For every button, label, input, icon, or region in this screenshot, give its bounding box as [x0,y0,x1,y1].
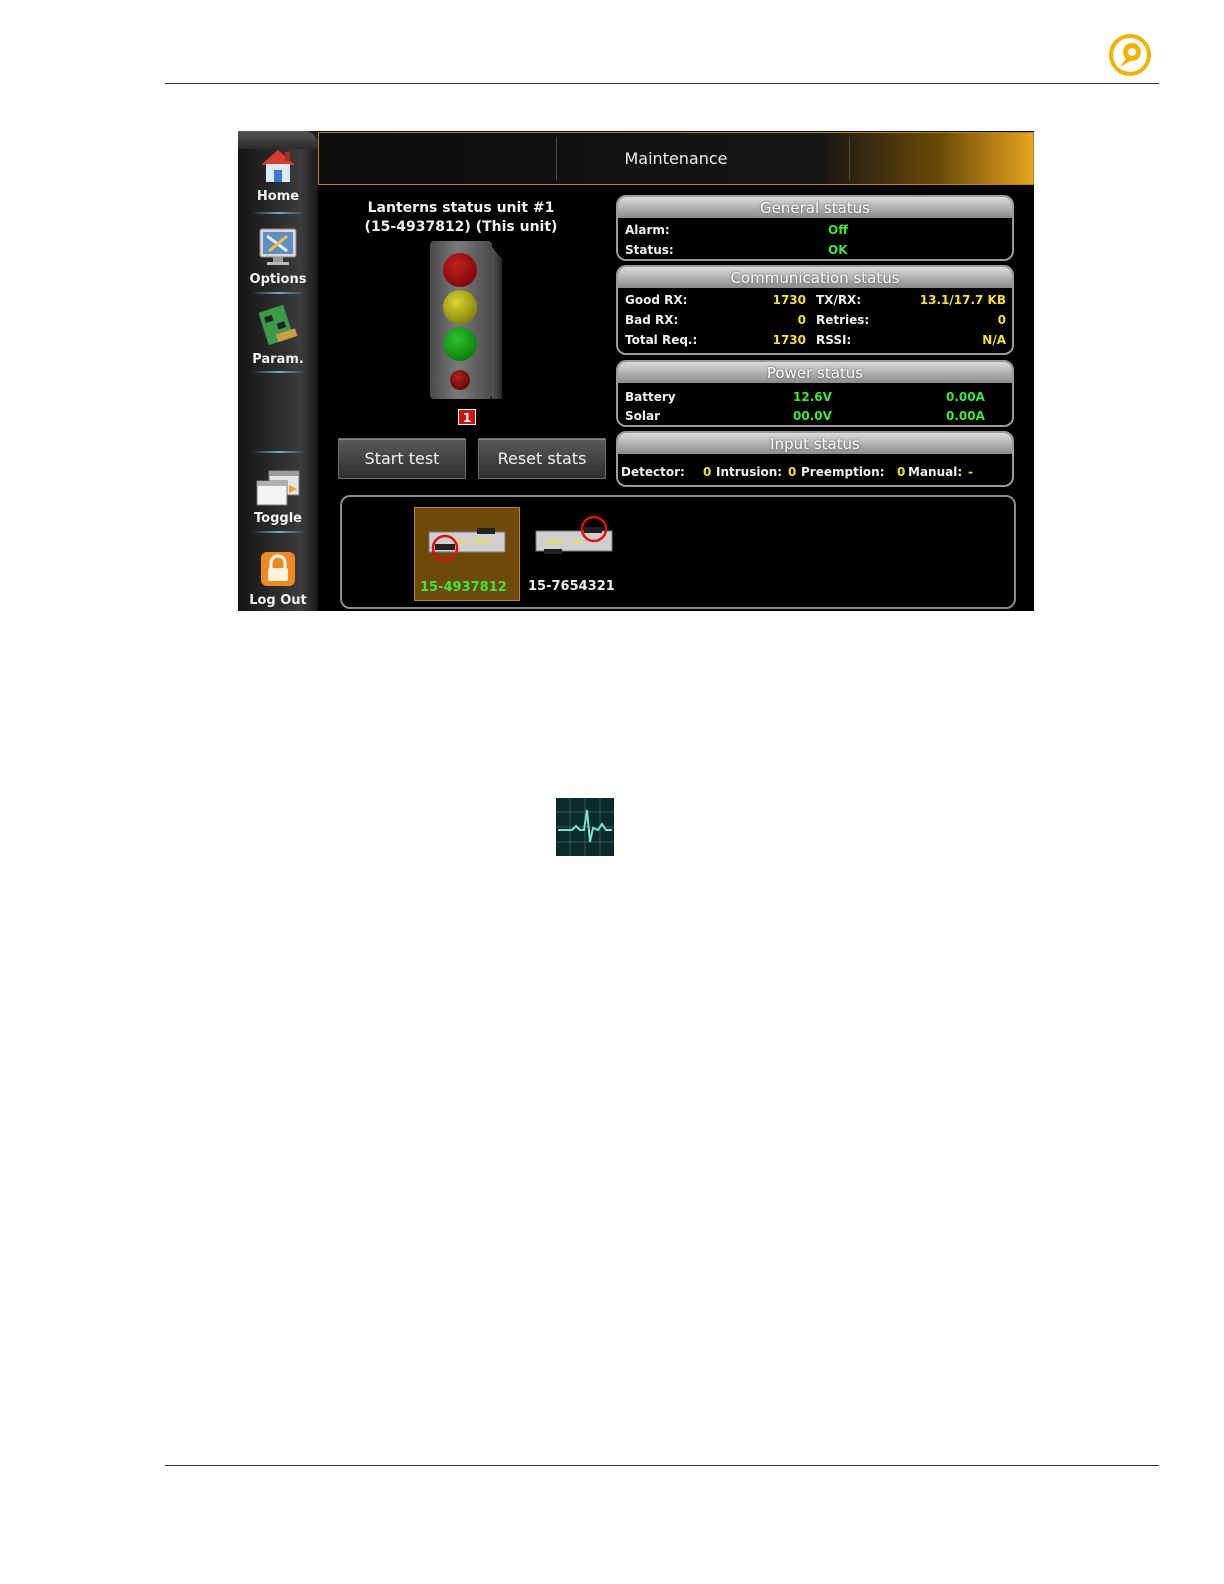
page-title: Maintenance [624,149,728,168]
sidebar: Home Options Param. Toggle Log Out [238,131,318,611]
communication-status-panel: Communication status Good RX: 1730 TX/RX… [616,265,1014,355]
lanterns-title-line1: Lanterns status unit #1 [367,200,555,216]
lantern-number-badge: 1 [458,409,476,425]
sidebar-item-label: Log Out [249,593,307,608]
sidebar-item-home[interactable]: Home [238,147,318,204]
sidebar-item-label: Options [249,272,307,287]
total-req-value: 1730 [772,333,806,347]
sidebar-item-label: Param. [252,352,304,367]
sidebar-item-param[interactable]: Param. [238,304,318,367]
unit-id-label: 15-7654321 [528,579,615,594]
alarm-value: Off [828,223,848,237]
general-status-title: General status [618,197,1012,218]
status-value: OK [828,243,848,257]
sidebar-item-label: Toggle [254,511,302,526]
battery-current: 0.00A [946,390,985,404]
communication-status-title: Communication status [618,267,1012,288]
param-icon [258,304,298,346]
sidebar-item-toggle[interactable]: Toggle [238,469,318,526]
input-status-panel: Input status Detector: 0 Intrusion: 0 Pr… [616,431,1014,487]
sidebar-divider [252,292,306,294]
preemption-value: 0 [897,465,906,479]
general-status-panel: General status Alarm: Off Status: OK [616,195,1014,261]
yellow-lamp [443,290,477,324]
bad-rx-value: 0 [797,313,806,327]
good-rx-value: 1730 [772,293,806,307]
manual-value: - [968,465,973,479]
detector-value: 0 [703,465,712,479]
green-lamp [443,327,477,361]
unit-device-icon [428,528,506,562]
sidebar-item-options[interactable]: Options [238,226,318,287]
alarm-label: Alarm: [625,223,670,237]
traffic-light-side [492,247,502,399]
reset-stats-button[interactable]: Reset stats [478,438,606,479]
rssi-label: RSSI: [816,333,852,347]
unit-device-icon [535,515,613,554]
sidebar-divider [252,451,306,453]
traffic-light [430,241,492,399]
solar-current: 0.00A [946,409,985,423]
input-status-title: Input status [618,433,1012,454]
preemption-label: Preemption: [801,465,885,479]
maintenance-screen: Home Options Param. Toggle Log Out Maint… [238,131,1034,611]
lanterns-title-line2: (15-4937812) (This unit) [364,219,558,235]
retries-label: Retries: [816,313,870,327]
title-bar: Maintenance [318,132,1034,185]
solar-label: Solar [625,409,661,423]
rssi-value: N/A [982,333,1006,347]
good-rx-label: Good RX: [625,293,688,307]
detector-label: Detector: [621,465,685,479]
unit-id-label: 15-4937812 [420,580,507,595]
battery-label: Battery [625,390,676,404]
footer-rule [165,1465,1159,1466]
sidebar-divider [252,212,306,214]
options-icon [259,228,297,265]
solar-voltage: 00.0V [793,409,832,423]
txrx-value: 13.1/17.7 KB [919,293,1006,307]
home-icon [261,150,295,182]
bad-rx-label: Bad RX: [625,313,679,327]
retries-value: 0 [997,313,1006,327]
intrusion-label: Intrusion: [716,465,783,479]
sidebar-item-label: Home [256,189,300,204]
red-lamp [443,253,477,287]
power-status-panel: Power status Battery 12.6V 0.00A Solar 0… [616,360,1014,427]
lock-icon [261,552,295,586]
status-label: Status: [625,243,674,257]
lanterns-status-title: Lanterns status unit #1 (15-4937812) (Th… [346,199,576,237]
toggle-icon [256,470,300,506]
start-test-button[interactable]: Start test [338,438,466,479]
unit-item[interactable]: 15-7654321 [528,515,628,595]
sidebar-item-logout[interactable]: Log Out [238,549,318,608]
small-red-lamp [450,370,470,390]
power-status-title: Power status [618,362,1012,383]
unit-item-selected[interactable]: 15-4937812 [414,507,520,601]
intrusion-value: 0 [788,465,797,479]
battery-voltage: 12.6V [793,390,832,404]
header-rule [165,83,1159,84]
heartbeat-icon [556,798,614,856]
company-logo [1109,34,1151,76]
manual-label: Manual: [908,465,963,479]
sidebar-divider [252,531,306,533]
unit-selector: 15-4937812 15-7654321 [340,495,1016,609]
txrx-label: TX/RX: [816,293,862,307]
total-req-label: Total Req.: [625,333,698,347]
sidebar-divider [252,371,306,373]
